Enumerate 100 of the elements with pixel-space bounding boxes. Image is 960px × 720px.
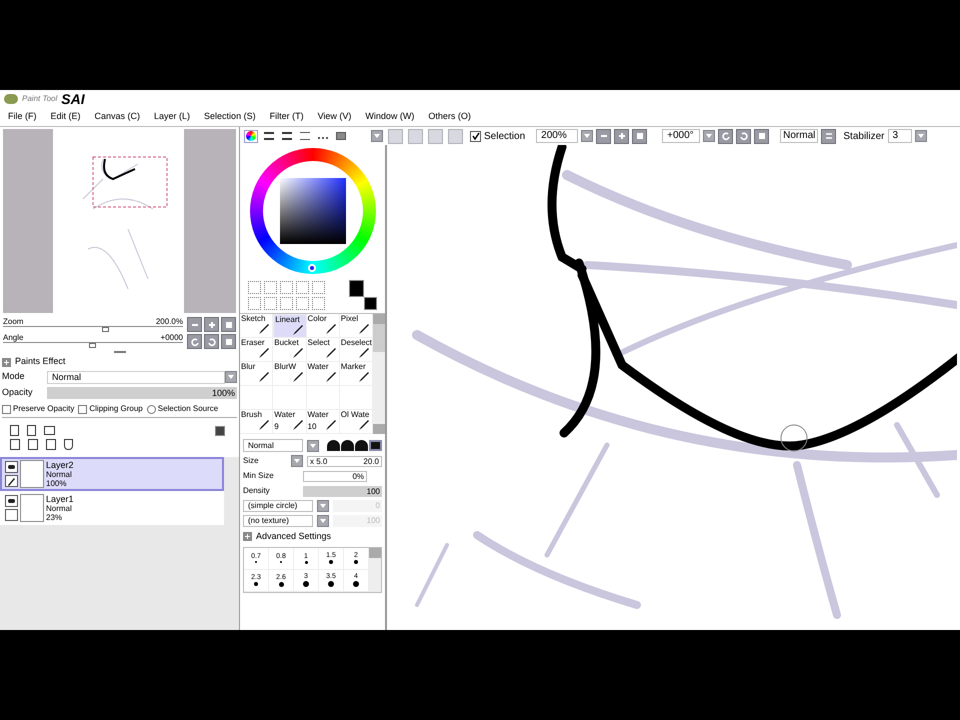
brush-shape-icon[interactable] (327, 440, 340, 451)
rotate-left-button[interactable] (187, 334, 202, 349)
angle-slider[interactable] (3, 342, 183, 348)
selection-tool-icon[interactable] (296, 280, 309, 294)
tool-slot[interactable]: Bucket (273, 338, 306, 362)
tool-slot[interactable]: Select (306, 338, 340, 362)
menu-item[interactable]: View (V) (318, 110, 352, 124)
dropdown-button[interactable] (581, 130, 594, 142)
checkbox[interactable] (78, 404, 88, 414)
clear-layer-icon[interactable] (46, 439, 56, 450)
tool-slot[interactable]: Color (306, 314, 340, 338)
eye-icon[interactable] (5, 461, 18, 473)
zoom-out-button[interactable] (187, 317, 202, 332)
tool-slot[interactable]: Lineart (273, 314, 306, 338)
layer-row[interactable]: Layer1 Normal 23% (0, 491, 224, 525)
brush-shape-icon[interactable] (341, 440, 354, 451)
slider-thumb[interactable] (89, 343, 96, 348)
color-panel-tab[interactable] (298, 130, 312, 142)
expand-icon[interactable] (2, 358, 11, 366)
new-layer-icon[interactable] (10, 425, 19, 436)
selection-checkbox[interactable] (470, 130, 481, 142)
tool-slot[interactable]: Brush (240, 410, 274, 434)
stabilizer-field[interactable]: 3 (888, 129, 912, 143)
angle-field[interactable]: +000° (662, 129, 700, 143)
rotate-right-button[interactable] (736, 128, 752, 144)
zoom-reset-button[interactable] (221, 317, 236, 332)
dropdown-button[interactable] (371, 130, 383, 142)
min-size-field[interactable]: 0% (303, 470, 367, 482)
dropdown-button[interactable] (703, 130, 716, 142)
dropdown-button[interactable] (291, 455, 303, 467)
zoom-field[interactable]: 200% (536, 129, 578, 143)
zoom-in-button[interactable] (204, 317, 219, 332)
color-panel-tab[interactable] (334, 130, 348, 142)
merge-down-icon[interactable] (28, 439, 38, 450)
menu-item[interactable]: Others (O) (428, 110, 471, 124)
zoom-slider[interactable] (3, 326, 183, 332)
color-panel-tab[interactable] (280, 130, 294, 142)
brush-shape-field[interactable]: (simple circle) (243, 500, 313, 512)
rotate-right-button[interactable] (204, 334, 219, 349)
tool-slot[interactable]: Water 10 (306, 410, 340, 434)
dropdown-button[interactable] (317, 500, 329, 512)
scrollbar[interactable] (369, 548, 381, 592)
zoom-in-button[interactable] (614, 128, 630, 144)
selection-tool-icon[interactable] (264, 296, 277, 310)
radio-button[interactable] (146, 404, 156, 414)
edit-state-icon[interactable] (5, 475, 18, 487)
dropdown-button[interactable] (914, 130, 927, 142)
checkbox[interactable] (2, 404, 11, 414)
rotate-reset-button[interactable] (221, 334, 236, 349)
hue-marker[interactable] (308, 264, 316, 272)
opacity-slider[interactable]: 100% (47, 387, 237, 399)
size-field[interactable]: x 5.0 20.0 (307, 456, 382, 466)
zoom-reset-button[interactable] (632, 128, 648, 144)
color-panel-tab[interactable] (262, 130, 276, 142)
zoom-out-button[interactable] (596, 128, 612, 144)
tool-slot[interactable]: Eraser (240, 338, 274, 362)
color-panel-tab[interactable] (244, 130, 258, 142)
mode-field[interactable]: Normal (47, 370, 225, 384)
brush-shape-icon[interactable] (355, 440, 368, 451)
expand-icon[interactable] (243, 532, 252, 542)
dropdown-button[interactable] (307, 440, 319, 452)
scrollbar[interactable] (373, 314, 385, 434)
blend-mode-field[interactable]: Normal (243, 439, 304, 452)
menu-item[interactable]: Filter (T) (270, 110, 304, 124)
menu-item[interactable]: File (F) (8, 110, 36, 124)
mask-icon[interactable] (215, 426, 225, 436)
edit-state-icon[interactable] (5, 509, 18, 521)
selection-tool-icon[interactable] (264, 280, 277, 294)
foreground-color-swatch[interactable] (349, 280, 364, 297)
trash-icon[interactable] (64, 439, 73, 450)
selection-tool-icon[interactable] (312, 296, 325, 310)
blend-mode-field[interactable]: Normal (780, 129, 818, 143)
slider-thumb[interactable] (102, 327, 109, 332)
transfer-down-icon[interactable] (10, 439, 20, 450)
tool-slot[interactable]: Water 9 (273, 410, 306, 434)
color-square[interactable] (280, 178, 346, 244)
dropdown-button[interactable] (317, 515, 329, 527)
texture-field[interactable]: (no texture) (243, 515, 313, 527)
layer-row[interactable]: Layer2 Normal 100% (0, 457, 224, 491)
new-linework-layer-icon[interactable] (27, 425, 36, 436)
selection-tool-icon[interactable] (312, 280, 325, 294)
selection-tool-icon[interactable] (296, 296, 309, 310)
menu-item[interactable]: Window (W) (365, 110, 414, 124)
menu-item[interactable]: Layer (L) (154, 110, 190, 124)
menu-item[interactable]: Canvas (C) (94, 110, 140, 124)
background-color-swatch[interactable] (364, 297, 377, 310)
menu-item[interactable]: Selection (S) (204, 110, 256, 124)
caret-icon (918, 134, 924, 138)
selection-tool-icon[interactable] (248, 296, 261, 310)
folder-icon[interactable] (44, 426, 55, 435)
selection-tool-icon[interactable] (280, 280, 293, 294)
dropdown-button[interactable] (225, 371, 237, 383)
rotate-reset-button[interactable] (754, 128, 770, 144)
selection-tool-icon[interactable] (280, 296, 293, 310)
eye-icon[interactable] (5, 495, 18, 507)
selection-tool-icon[interactable] (248, 280, 261, 294)
flip-button[interactable] (821, 128, 836, 144)
rotate-left-button[interactable] (718, 128, 734, 144)
density-slider[interactable]: 100 (303, 486, 382, 496)
menu-item[interactable]: Edit (E) (50, 110, 81, 124)
